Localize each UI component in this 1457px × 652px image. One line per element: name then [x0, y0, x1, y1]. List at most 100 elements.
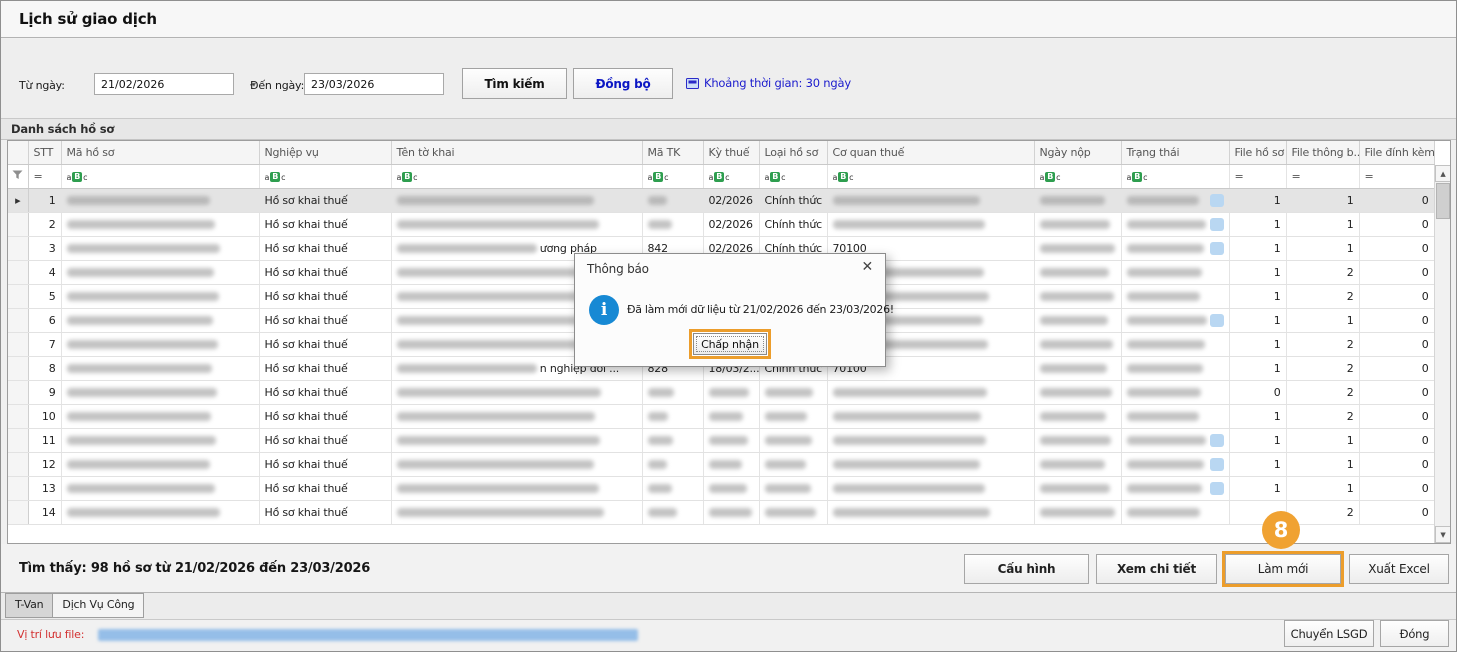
- cell-ky_thue: [703, 404, 760, 429]
- column-header-file_ho_so[interactable]: File hồ sơ: [1229, 141, 1287, 165]
- status-doc-icon[interactable]: [1209, 217, 1224, 231]
- export-excel-button[interactable]: Xuất Excel: [1349, 554, 1449, 584]
- filter-cell-nghiep_vu[interactable]: aBc: [259, 164, 392, 189]
- sync-button[interactable]: Đồng bộ: [573, 68, 673, 99]
- cell-trang_thai: [1121, 308, 1230, 333]
- cell-loai_ho_so: Chính thức: [759, 188, 828, 213]
- cell-ten_to_khai: [391, 500, 643, 525]
- tab-dich-vu-cong[interactable]: Dịch Vụ Công: [53, 593, 145, 618]
- view-detail-button[interactable]: Xem chi tiết: [1096, 554, 1217, 584]
- text-filter-icon: aBc: [708, 172, 730, 182]
- cell-ten_to_khai: [391, 452, 643, 477]
- close-icon[interactable]: ✕: [861, 259, 873, 275]
- search-button[interactable]: Tìm kiếm: [462, 68, 567, 99]
- status-doc-icon[interactable]: [1209, 193, 1224, 207]
- dialog-title: Thông báo: [587, 262, 649, 276]
- cell-stt: 8: [28, 356, 62, 381]
- column-header-ky_thue[interactable]: Kỳ thuế: [703, 141, 760, 165]
- column-header-file_thong_bao[interactable]: File thông b...: [1286, 141, 1360, 165]
- filter-cell-stt[interactable]: =: [28, 164, 62, 189]
- cell-trang_thai: [1121, 404, 1230, 429]
- filter-row: = a Bc a Bc a Bc a Bc a Bc a Bc a Bc a Bc a Bc = = =: [8, 164, 1435, 189]
- filter-cell-file_ho_so[interactable]: =: [1229, 164, 1287, 189]
- filter-cell-co_quan_thue[interactable]: aBc: [827, 164, 1035, 189]
- redacted-text: [396, 508, 604, 517]
- filter-cell-ma_tk[interactable]: aBc: [642, 164, 704, 189]
- column-header-ten_to_khai[interactable]: Tên tờ khai: [391, 141, 643, 165]
- column-header-nghiep_vu[interactable]: Nghiệp vụ: [259, 141, 392, 165]
- cell-nghiep_vu: Hồ sơ khai thuế: [259, 212, 392, 237]
- close-button[interactable]: Đóng: [1380, 620, 1449, 647]
- from-date-field[interactable]: ▾: [94, 73, 256, 95]
- table-row[interactable]: 14 Hồ sơ khai thuế 2 0: [8, 500, 1435, 525]
- cell-stt: 11: [28, 428, 62, 453]
- cell-ma_ho_so: [61, 356, 260, 381]
- cell-co_quan_thue: [827, 404, 1035, 429]
- table-row[interactable]: 2 Hồ sơ khai thuế 02/2026 Chính thức 1 1 0: [8, 212, 1435, 237]
- column-header-co_quan_thue[interactable]: Cơ quan thuế: [827, 141, 1035, 165]
- column-header-loai_ho_so[interactable]: Loại hồ sơ: [759, 141, 828, 165]
- vertical-scrollbar[interactable]: ▲ ▼: [1434, 165, 1450, 543]
- table-row[interactable]: 9 Hồ sơ khai thuế 0 2 0: [8, 380, 1435, 405]
- filter-funnel-icon[interactable]: [8, 164, 29, 189]
- filter-cell-ma_ho_so[interactable]: aBc: [61, 164, 260, 189]
- config-button[interactable]: Cấu hình: [964, 554, 1089, 584]
- text-filter-icon: aBc: [1126, 172, 1148, 182]
- redacted-text: [764, 484, 811, 493]
- status-doc-icon[interactable]: [1209, 241, 1224, 255]
- status-doc-icon[interactable]: [1209, 313, 1224, 327]
- to-date-field[interactable]: ▾: [304, 73, 466, 95]
- cell-file_thong_bao: 1: [1286, 308, 1360, 333]
- filter-cell-file_thong_bao[interactable]: =: [1286, 164, 1360, 189]
- filter-cell-file_dinh_kem[interactable]: =: [1359, 164, 1435, 189]
- cell-stt: 5: [28, 284, 62, 309]
- column-header-stt[interactable]: STT: [28, 141, 62, 165]
- cell-loai_ho_so: [759, 428, 828, 453]
- cell-ma_ho_so: [61, 476, 260, 501]
- cell-ngay_nop: [1034, 236, 1122, 261]
- table-row[interactable]: ▸ 1 Hồ sơ khai thuế 02/2026 Chính thức 1 1 0: [8, 188, 1435, 213]
- column-header-ma_tk[interactable]: Mã TK: [642, 141, 704, 165]
- table-row[interactable]: 13 Hồ sơ khai thuế 1 1 0: [8, 476, 1435, 501]
- tab-tvan[interactable]: T-Van: [5, 593, 54, 618]
- table-row[interactable]: 10 Hồ sơ khai thuế 1 2 0: [8, 404, 1435, 429]
- cell-trang_thai: [1121, 500, 1230, 525]
- scroll-up-button[interactable]: ▲: [1435, 165, 1450, 182]
- column-header-ngay_nop[interactable]: Ngày nộp: [1034, 141, 1122, 165]
- redacted-text: [1039, 220, 1110, 229]
- text-filter-icon: aBc: [1039, 172, 1061, 182]
- table-row[interactable]: 12 Hồ sơ khai thuế 1 1 0: [8, 452, 1435, 477]
- status-doc-icon[interactable]: [1209, 481, 1224, 495]
- calendar-icon: [686, 77, 699, 89]
- to-date-input[interactable]: [305, 77, 462, 91]
- status-doc-icon[interactable]: [1209, 457, 1224, 471]
- refresh-button[interactable]: Làm mới: [1225, 554, 1341, 584]
- filter-cell-ten_to_khai[interactable]: aBc: [391, 164, 643, 189]
- column-header-file_dinh_kem[interactable]: File đính kèm: [1359, 141, 1435, 165]
- filter-cell-ky_thue[interactable]: aBc: [703, 164, 760, 189]
- filter-cell-ngay_nop[interactable]: aBc: [1034, 164, 1122, 189]
- time-range-link[interactable]: Khoảng thời gian: 30 ngày: [686, 76, 851, 90]
- cell-file_ho_so: 1: [1229, 188, 1287, 213]
- redacted-text: [396, 220, 599, 229]
- status-doc-icon[interactable]: [1209, 433, 1224, 447]
- column-header-trang_thai[interactable]: Trạng thái: [1121, 141, 1230, 165]
- filter-cell-trang_thai[interactable]: aBc: [1121, 164, 1230, 189]
- column-header-ma_ho_so[interactable]: Mã hồ sơ: [61, 141, 260, 165]
- redacted-text: [832, 460, 980, 469]
- filter-cell-loai_ho_so[interactable]: aBc: [759, 164, 828, 189]
- cell-nghiep_vu: Hồ sơ khai thuế: [259, 380, 392, 405]
- cell-file_thong_bao: 2: [1286, 356, 1360, 381]
- cell-nghiep_vu: Hồ sơ khai thuế: [259, 476, 392, 501]
- accept-button[interactable]: Chấp nhận: [693, 333, 767, 355]
- scroll-thumb[interactable]: [1436, 183, 1450, 219]
- cell-file_dinh_kem: 0: [1359, 380, 1435, 405]
- table-row[interactable]: 11 Hồ sơ khai thuế 1 1 0: [8, 428, 1435, 453]
- cell-trang_thai: [1121, 188, 1230, 213]
- from-date-input[interactable]: [95, 77, 252, 91]
- text-filter-icon: aBc: [66, 172, 88, 182]
- redacted-text: [396, 292, 603, 301]
- scroll-down-button[interactable]: ▼: [1435, 526, 1450, 543]
- transfer-lsgd-button[interactable]: Chuyển LSGD: [1284, 620, 1374, 647]
- cell-stt: 13: [28, 476, 62, 501]
